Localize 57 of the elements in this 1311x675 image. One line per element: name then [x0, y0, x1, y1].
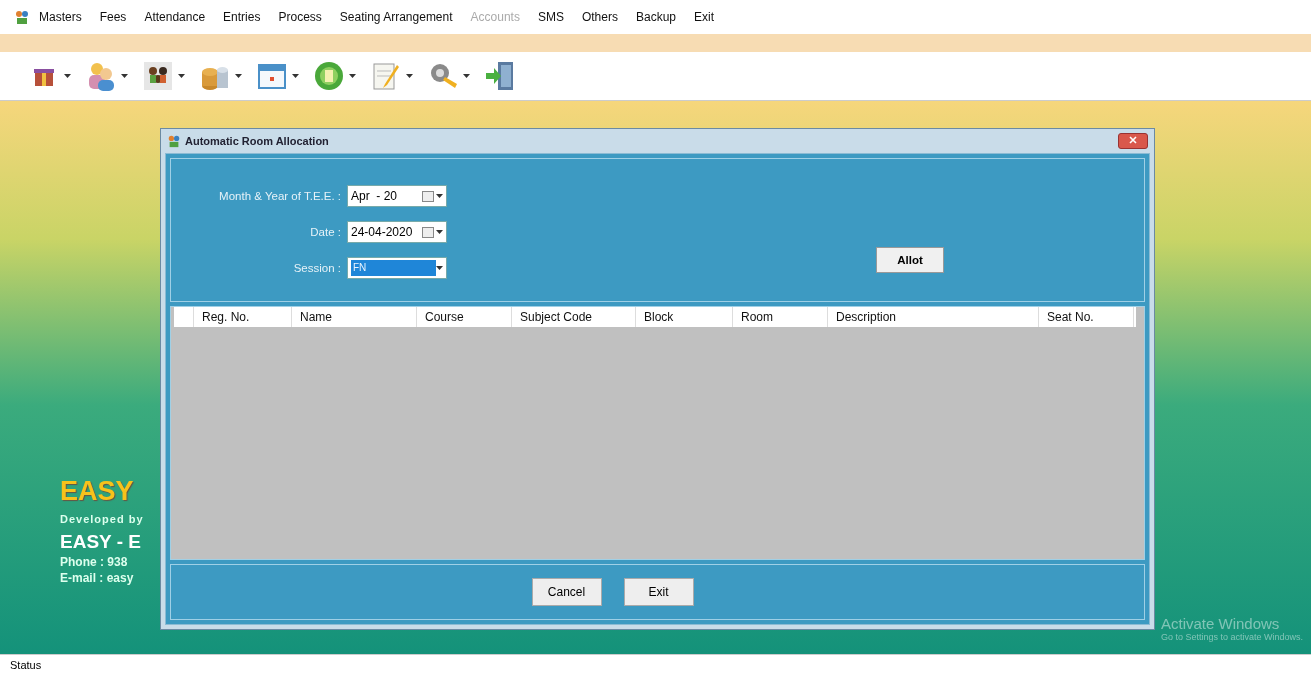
- session-dropdown[interactable]: FN: [347, 257, 447, 279]
- caret-icon: [406, 74, 413, 78]
- menu-item[interactable]: Attendance: [135, 10, 215, 24]
- close-button[interactable]: [1118, 133, 1148, 149]
- company-name: EASY - E: [60, 531, 142, 553]
- column-header[interactable]: Name: [292, 307, 417, 327]
- round-emblem-icon: [313, 60, 345, 92]
- app-logo-icon: [14, 9, 30, 25]
- date-picker[interactable]: 24-04-2020: [347, 221, 447, 243]
- menu-item[interactable]: Fees: [90, 10, 136, 24]
- field-label: Session :: [292, 262, 341, 274]
- caret-icon: [121, 74, 128, 78]
- exit-door-icon: [484, 60, 516, 92]
- menu-item[interactable]: Backup: [626, 10, 685, 24]
- dialog-button[interactable]: Exit: [623, 578, 694, 606]
- menu-item[interactable]: Seating Arrangement: [330, 10, 462, 24]
- dialog-title: Automatic Room Allocation: [185, 135, 330, 147]
- field-label: Month & Year of T.E.E. :: [218, 190, 341, 202]
- close-icon: [1129, 136, 1137, 144]
- email-text: E-mail : easy: [60, 571, 135, 585]
- field-label: Date :: [309, 226, 341, 238]
- column-header[interactable]: Subject Code: [512, 307, 636, 327]
- column-header[interactable]: Block: [636, 307, 733, 327]
- menu-item[interactable]: Masters: [30, 10, 91, 24]
- group-icon: [142, 60, 174, 92]
- caret-icon: [436, 266, 443, 270]
- notepad-pencil-icon: [370, 60, 402, 92]
- caret-icon: [292, 74, 299, 78]
- menu-item[interactable]: Exit: [685, 10, 723, 24]
- app-logo-icon: [167, 134, 181, 148]
- column-header[interactable]: Reg. No.: [194, 307, 292, 327]
- activation-notice: Activate Windows: [1161, 615, 1281, 632]
- menu-item[interactable]: SMS: [528, 10, 573, 24]
- column-header[interactable]: Seat No.: [1039, 307, 1134, 327]
- caret-icon: [64, 74, 71, 78]
- caret-icon: [463, 74, 470, 78]
- caret-icon: [349, 74, 356, 78]
- allot-button[interactable]: Allot: [876, 247, 944, 273]
- menu-item[interactable]: Others: [572, 10, 627, 24]
- column-header[interactable]: Description: [828, 307, 1039, 327]
- developed-by-text: Developed by: [60, 513, 145, 525]
- phone-text: Phone : 938: [60, 555, 129, 569]
- calendar-icon: [422, 226, 434, 238]
- brand-title: EASY: [60, 476, 135, 507]
- dialog-button[interactable]: Cancel: [531, 578, 602, 606]
- caret-icon: [178, 74, 185, 78]
- column-header[interactable]: Course: [417, 307, 512, 327]
- status-text: Status: [10, 659, 42, 671]
- menu-item[interactable]: Process: [269, 10, 331, 24]
- menu-item[interactable]: Entries: [214, 10, 270, 24]
- date-picker[interactable]: Apr - 20: [347, 185, 447, 207]
- calendar-icon: [422, 190, 434, 202]
- activation-hint: Go to Settings to activate Windows.: [1161, 632, 1304, 642]
- column-header[interactable]: Room: [733, 307, 828, 327]
- caret-icon: [436, 230, 443, 234]
- caret-icon: [235, 74, 242, 78]
- caret-icon: [436, 194, 443, 198]
